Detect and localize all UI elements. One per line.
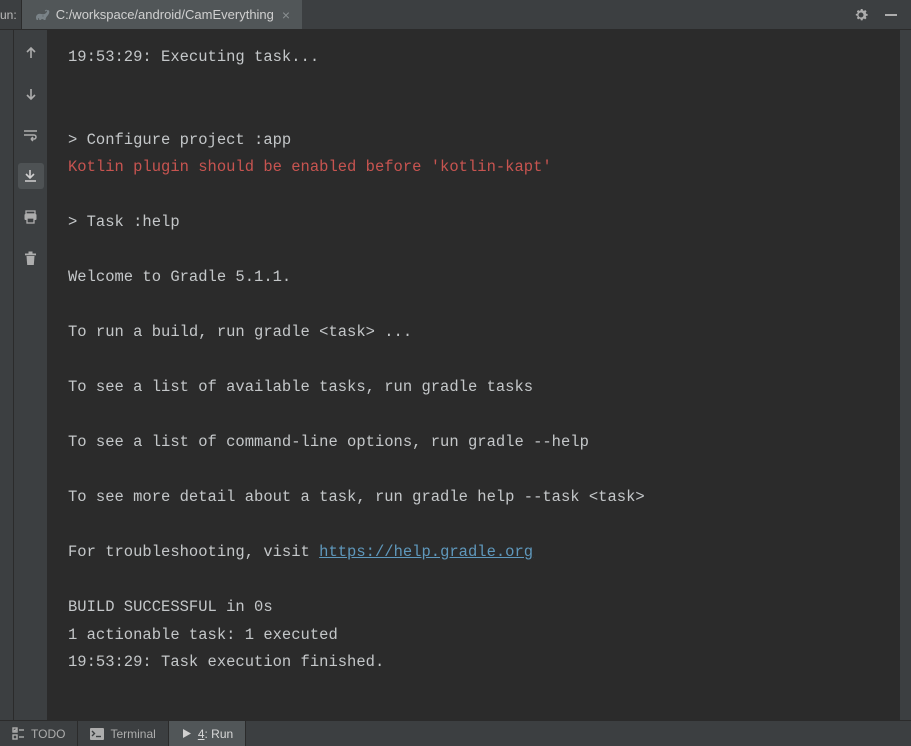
console-line: 1 actionable task: 1 executed	[68, 626, 338, 644]
console-link[interactable]: https://help.gradle.org	[319, 543, 533, 561]
terminal-icon	[90, 728, 104, 740]
console-toolbar	[14, 30, 48, 720]
minimize-icon[interactable]	[883, 7, 899, 23]
console-line: To see more detail about a task, run gra…	[68, 488, 645, 506]
console-line: 19:53:29: Executing task...	[68, 48, 319, 66]
bottom-tab-label: TODO	[31, 727, 65, 741]
bottom-tab-label: : Run	[205, 727, 234, 741]
soft-wrap-button[interactable]	[18, 122, 44, 148]
print-button[interactable]	[18, 204, 44, 230]
console-line: > Task :help	[68, 213, 180, 231]
console-line: To see a list of command-line options, r…	[68, 433, 589, 451]
bottom-tab-number: 4	[198, 727, 205, 741]
scroll-to-end-button[interactable]	[18, 163, 44, 189]
bottom-tool-bar: TODO Terminal 4: Run	[0, 720, 911, 746]
gear-icon[interactable]	[853, 7, 869, 23]
bottom-tab-label: Terminal	[110, 727, 155, 741]
gradle-elephant-icon	[34, 7, 50, 23]
tab-run[interactable]: 4: Run	[169, 721, 246, 746]
left-gutter	[0, 30, 14, 720]
console-line: > Configure project :app	[68, 131, 291, 149]
scroll-down-button[interactable]	[18, 81, 44, 107]
scroll-up-button[interactable]	[18, 40, 44, 66]
console-line: Welcome to Gradle 5.1.1.	[68, 268, 291, 286]
console-line-error: Kotlin plugin should be enabled before '…	[68, 158, 552, 176]
run-label: un:	[0, 0, 22, 29]
console-output[interactable]: 19:53:29: Executing task... > Configure …	[48, 30, 899, 720]
console-line: 19:53:29: Task execution finished.	[68, 653, 384, 671]
run-config-tab[interactable]: C:/workspace/android/CamEverything ×	[22, 0, 302, 29]
tab-todo[interactable]: TODO	[0, 721, 78, 746]
vertical-scrollbar[interactable]	[899, 30, 911, 720]
close-tab-icon[interactable]: ×	[280, 7, 292, 23]
top-right-icons	[841, 0, 911, 29]
play-icon	[181, 728, 192, 739]
tab-terminal[interactable]: Terminal	[78, 721, 168, 746]
todo-checklist-icon	[12, 727, 25, 740]
console-line: BUILD SUCCESSFUL in 0s	[68, 598, 273, 616]
clear-button[interactable]	[18, 245, 44, 271]
console-line: To see a list of available tasks, run gr…	[68, 378, 533, 396]
console-line: To run a build, run gradle <task> ...	[68, 323, 412, 341]
tab-title: C:/workspace/android/CamEverything	[56, 7, 274, 22]
console-line: For troubleshooting, visit	[68, 543, 319, 561]
tab-bar: un: C:/workspace/android/CamEverything ×	[0, 0, 911, 30]
